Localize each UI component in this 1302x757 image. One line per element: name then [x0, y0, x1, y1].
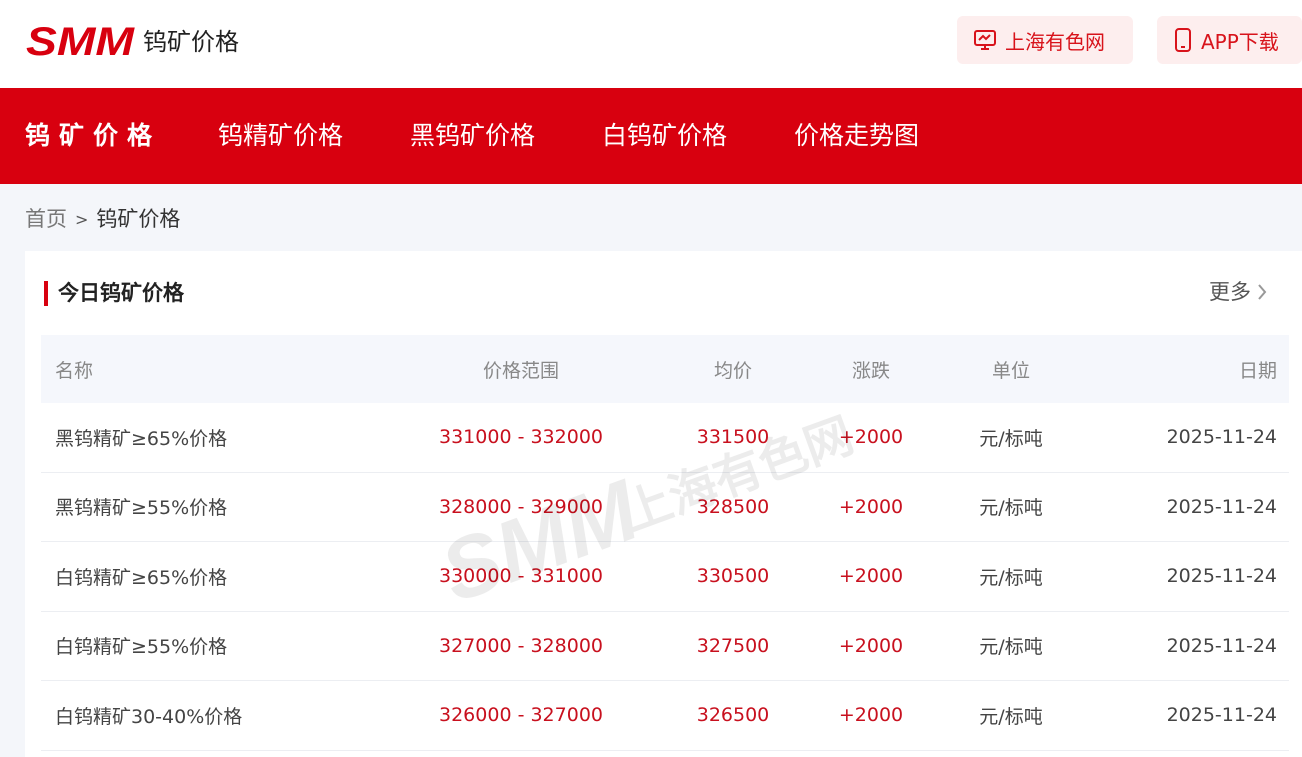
price-table: 名称 价格范围 均价 涨跌 单位 日期 黑钨精矿≥65%价格 331000 - …: [41, 335, 1289, 751]
row-name[interactable]: 白钨精矿≥55%价格: [55, 612, 227, 681]
smm-logo-text: SMM: [26, 22, 135, 58]
smm-site-button-label: 上海有色网: [1005, 29, 1105, 54]
row-date: 2025-11-24: [1166, 426, 1277, 449]
row-change: +2000: [838, 565, 904, 588]
header-range: 价格范围: [482, 359, 559, 382]
header-date: 日期: [1238, 359, 1277, 382]
row-name[interactable]: 白钨精矿30-40%价格: [55, 681, 242, 750]
row-range: 326000 - 327000: [439, 704, 603, 727]
nav-item-tungsten-ore-price[interactable]: 钨矿价格: [25, 88, 161, 184]
table-header: 名称 价格范围 均价 涨跌 单位 日期: [41, 335, 1289, 403]
breadcrumb-home-link[interactable]: 首页: [25, 207, 67, 231]
row-date: 2025-11-24: [1166, 565, 1277, 588]
row-range: 330000 - 331000: [439, 565, 603, 588]
breadcrumb-separator: >: [75, 210, 89, 229]
table-row[interactable]: 白钨精矿≥55%价格 327000 - 328000 327500 +2000 …: [41, 612, 1289, 681]
phone-icon: [1175, 28, 1191, 52]
breadcrumb: 首页 > 钨矿价格: [25, 204, 180, 234]
row-unit: 元/标吨: [979, 497, 1043, 520]
row-unit: 元/标吨: [979, 427, 1043, 450]
price-card: 今日钨矿价格 更多 名称 价格范围 均价 涨跌 单位 日期 黑钨精矿≥65%价格…: [25, 251, 1302, 757]
table-row[interactable]: 白钨精矿≥65%价格 330000 - 331000 330500 +2000 …: [41, 542, 1289, 612]
smm-site-button[interactable]: 上海有色网: [957, 16, 1133, 64]
row-range: 331000 - 332000: [439, 426, 603, 449]
row-avg: 328500: [696, 495, 770, 518]
chevron-right-icon: [1258, 284, 1267, 300]
row-unit: 元/标吨: [979, 566, 1043, 589]
section-title: 今日钨矿价格: [58, 281, 184, 305]
row-avg: 331500: [696, 426, 770, 449]
row-change: +2000: [838, 426, 904, 449]
row-avg: 330500: [696, 565, 770, 588]
more-link[interactable]: 更多: [1209, 277, 1267, 307]
header-name: 名称: [55, 359, 94, 382]
table-row[interactable]: 白钨精矿30-40%价格 326000 - 327000 326500 +200…: [41, 681, 1289, 751]
row-avg: 326500: [696, 704, 770, 727]
row-avg: 327500: [696, 634, 770, 657]
row-change: +2000: [838, 634, 904, 657]
table-row[interactable]: 黑钨精矿≥55%价格 328000 - 329000 328500 +2000 …: [41, 473, 1289, 542]
site-name: 钨矿价格: [143, 28, 239, 56]
smm-logo[interactable]: SMM: [25, 22, 135, 58]
main-nav: 钨矿价格 钨精矿价格 黑钨矿价格 白钨矿价格 价格走势图: [0, 88, 1302, 184]
more-link-label: 更多: [1209, 280, 1251, 304]
row-date: 2025-11-24: [1166, 634, 1277, 657]
breadcrumb-current: 钨矿价格: [96, 207, 181, 231]
nav-item-scheelite-price[interactable]: 白钨矿价格: [602, 88, 727, 184]
row-date: 2025-11-24: [1166, 704, 1277, 727]
nav-item-price-trend-chart[interactable]: 价格走势图: [794, 88, 919, 184]
header-avg: 均价: [713, 359, 752, 382]
top-header: SMM 钨矿价格 上海有色网 APP下载: [0, 0, 1302, 88]
monitor-icon: [974, 30, 996, 50]
row-change: +2000: [838, 495, 904, 518]
nav-item-wolframite-price[interactable]: 黑钨矿价格: [410, 88, 535, 184]
row-name[interactable]: 黑钨精矿≥55%价格: [55, 473, 227, 542]
row-date: 2025-11-24: [1166, 495, 1277, 518]
row-unit: 元/标吨: [979, 705, 1043, 728]
table-row[interactable]: 黑钨精矿≥65%价格 331000 - 332000 331500 +2000 …: [41, 403, 1289, 473]
row-unit: 元/标吨: [979, 636, 1043, 659]
section-accent-bar: [44, 281, 48, 306]
row-name[interactable]: 白钨精矿≥65%价格: [55, 542, 227, 611]
row-change: +2000: [838, 704, 904, 727]
row-range: 327000 - 328000: [439, 634, 603, 657]
row-range: 328000 - 329000: [439, 495, 603, 518]
row-name[interactable]: 黑钨精矿≥65%价格: [55, 403, 227, 472]
nav-item-tungsten-concentrate-price[interactable]: 钨精矿价格: [218, 88, 343, 184]
app-download-button-label: APP下载: [1201, 29, 1279, 54]
app-download-button[interactable]: APP下载: [1157, 16, 1302, 64]
header-change: 涨跌: [851, 359, 890, 382]
header-unit: 单位: [991, 359, 1030, 382]
